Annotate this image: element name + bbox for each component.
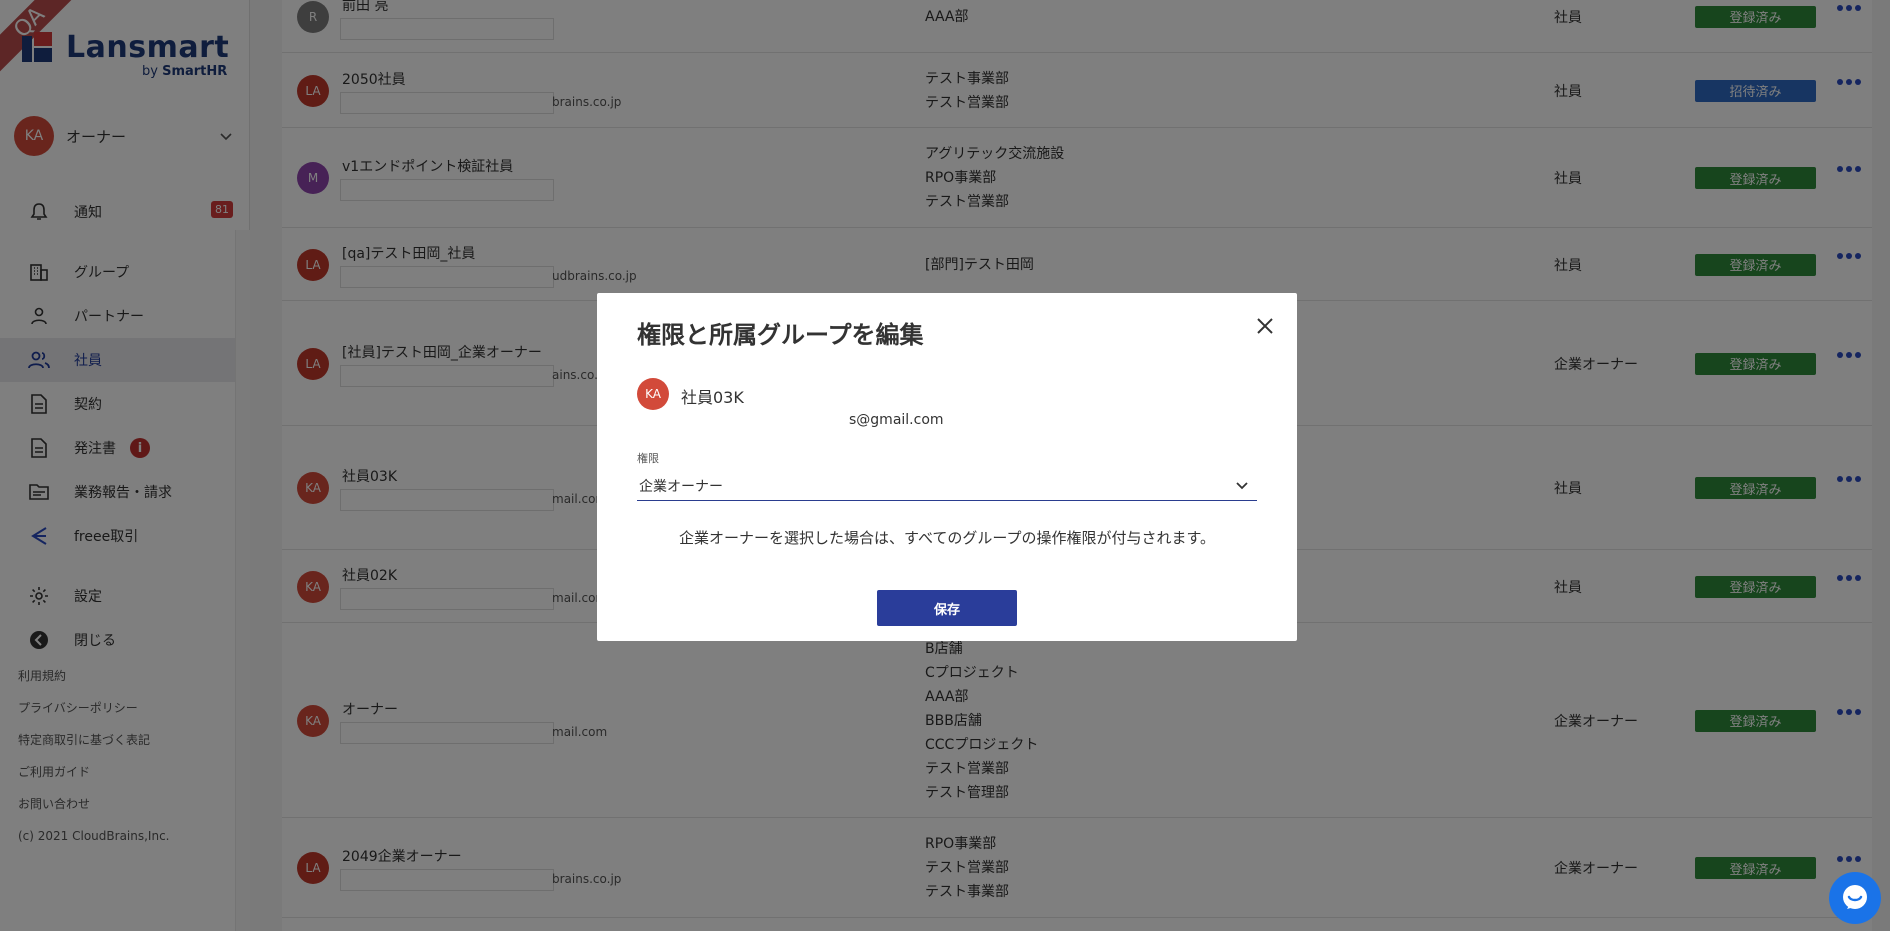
role-select[interactable]: 企業オーナー — [637, 471, 1257, 501]
edit-permissions-dialog: 権限と所属グループを編集 KA 社員03K s@gmail.com 権限 企業オ… — [597, 293, 1297, 641]
role-note: 企業オーナーを選択した場合は、すべてのグループの操作権限が付与されます。 — [679, 529, 1215, 547]
email-mask — [637, 410, 849, 430]
dialog-title: 権限と所属グループを編集 — [637, 321, 924, 349]
role-label: 権限 — [637, 452, 659, 465]
close-icon[interactable] — [1255, 316, 1275, 336]
dialog-user-email: s@gmail.com — [637, 410, 1237, 430]
chevron-down-icon — [1236, 482, 1248, 490]
avatar: KA — [637, 378, 669, 410]
chat-launcher-button[interactable] — [1829, 872, 1881, 924]
chat-icon — [1843, 885, 1867, 909]
role-select-value: 企業オーナー — [639, 479, 723, 495]
save-button[interactable]: 保存 — [877, 590, 1017, 626]
dialog-user-name: 社員03K — [681, 388, 744, 407]
email-text: s@gmail.com — [849, 412, 944, 428]
